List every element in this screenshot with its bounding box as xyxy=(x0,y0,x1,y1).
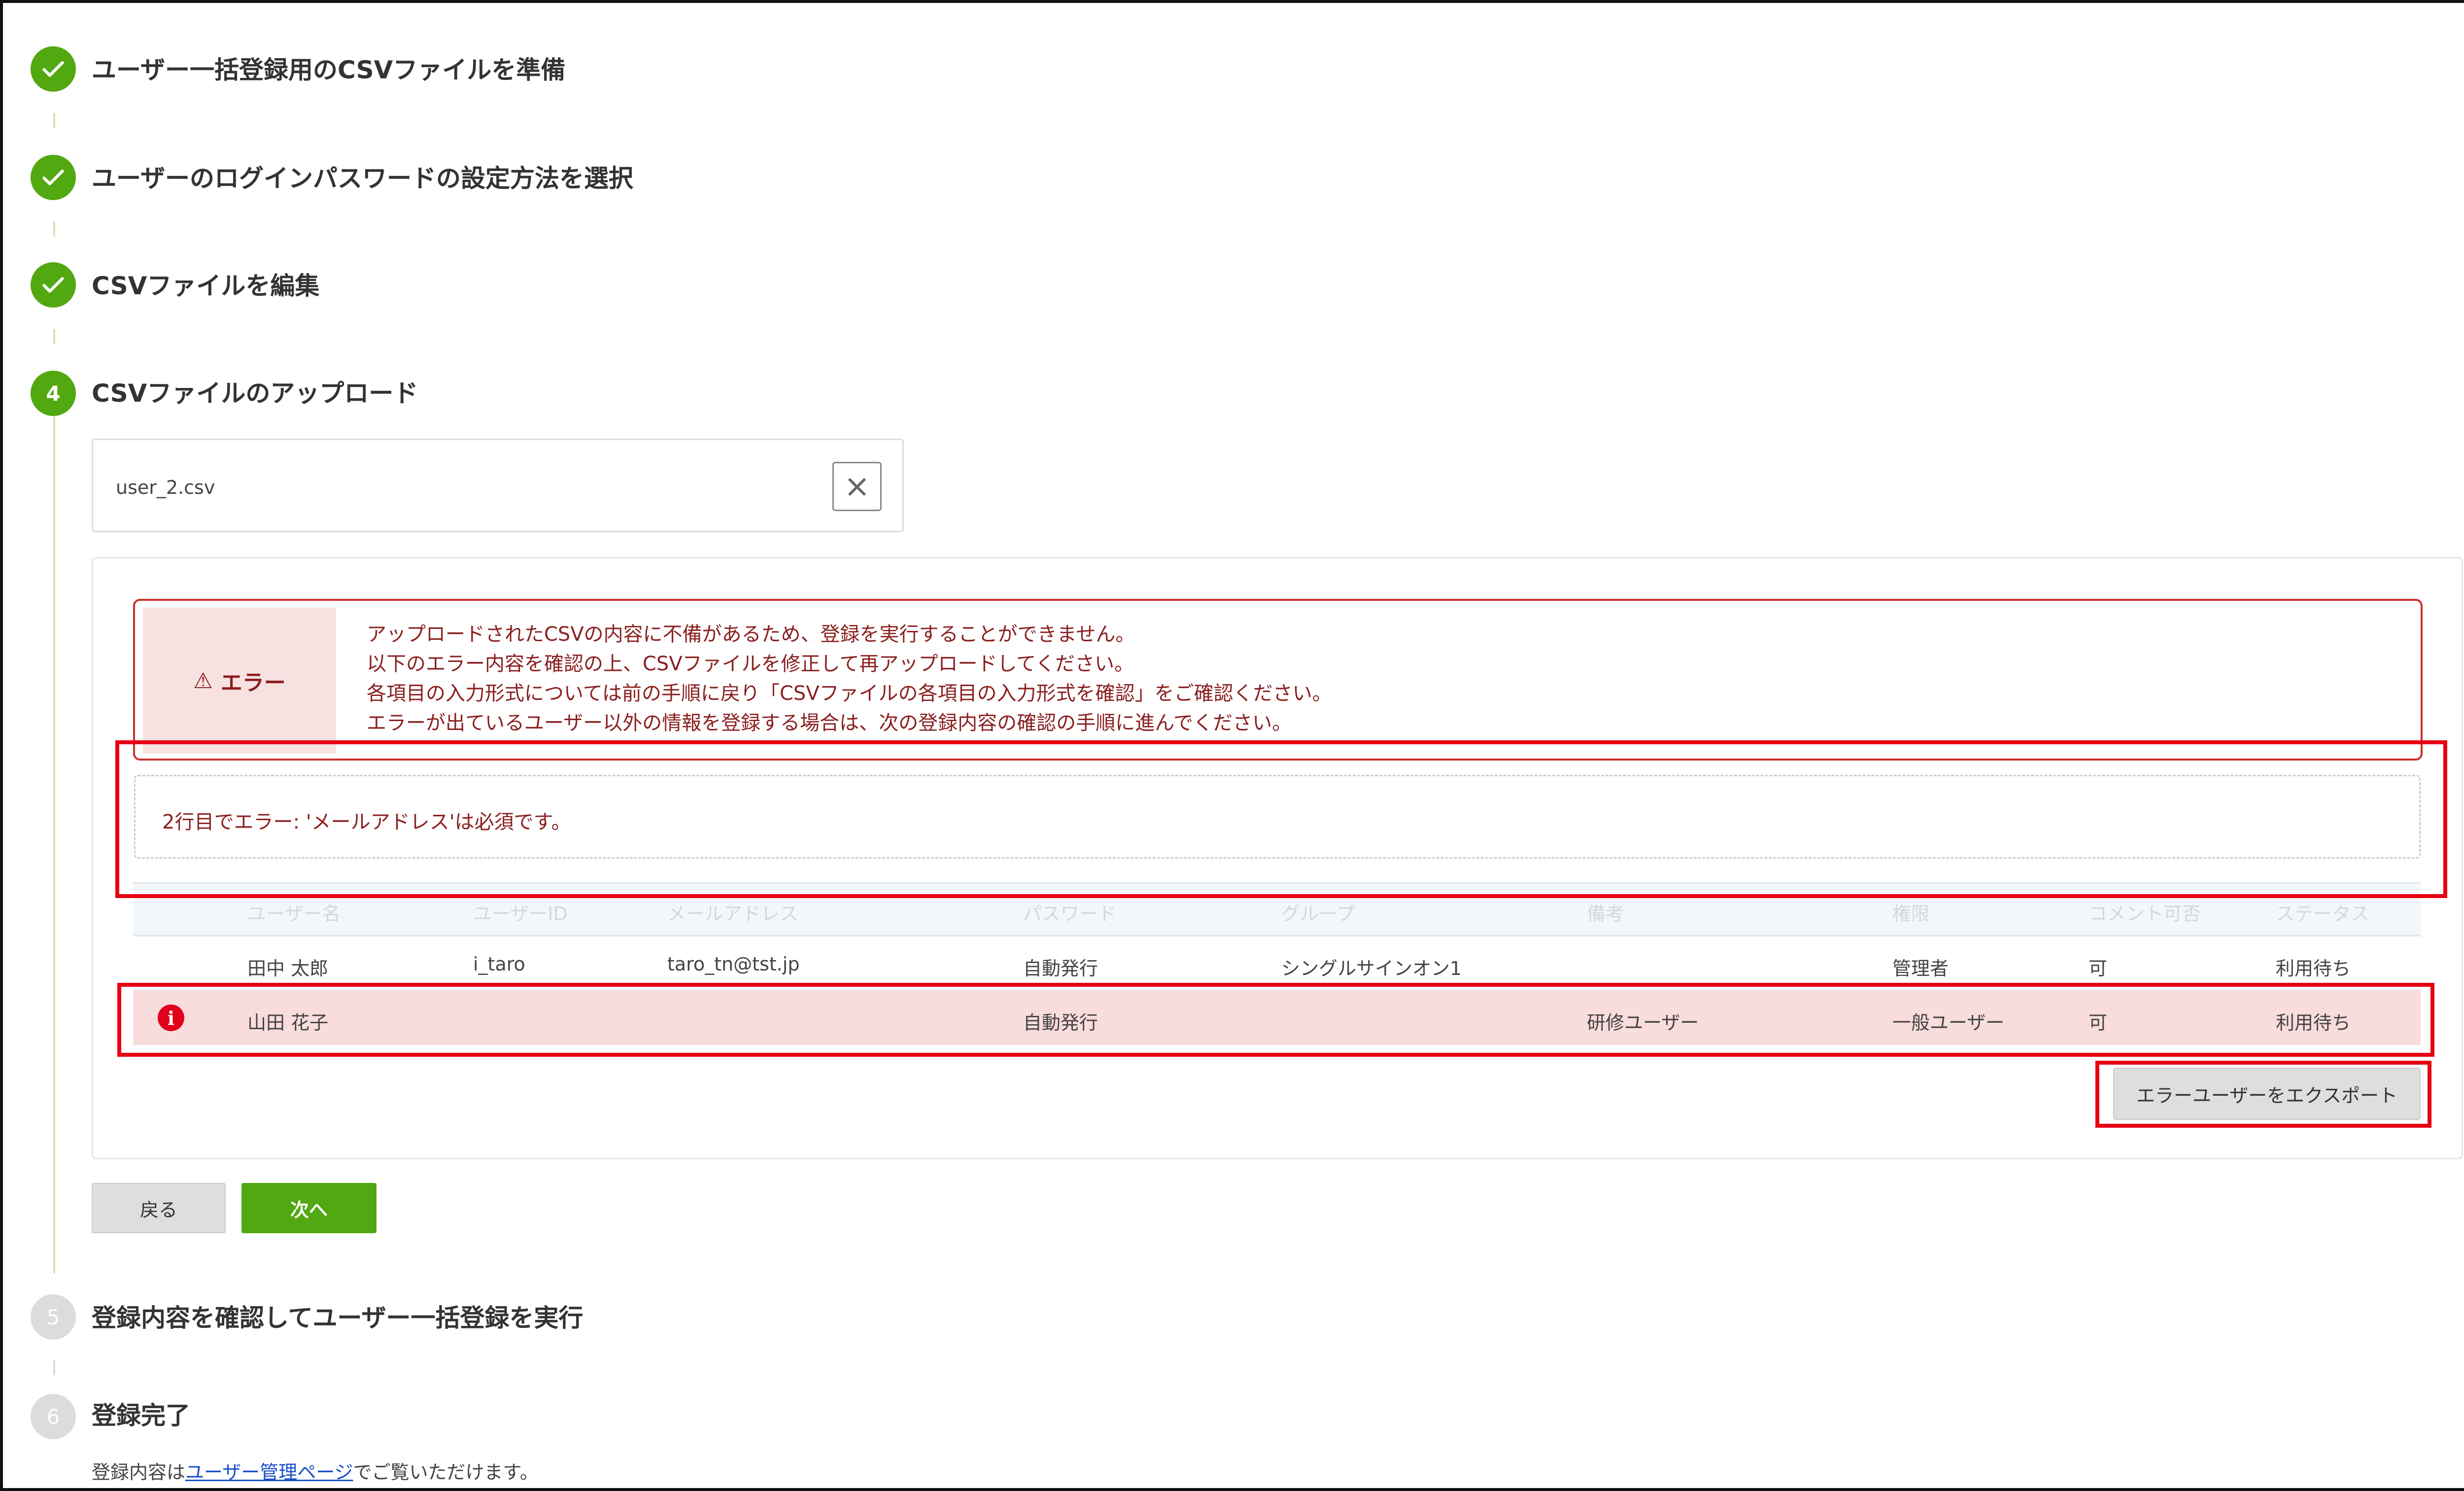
error-message-line: 各項目の入力形式については前の手順に戻り「CSVファイルの各項目の入力形式を確認… xyxy=(367,682,1332,705)
column-header-note: 備考 xyxy=(1587,903,1625,925)
step-3-title: CSVファイルを編集 xyxy=(92,272,320,300)
step-connector xyxy=(53,1360,55,1375)
cell-comment: 可 xyxy=(2088,958,2108,979)
column-header-role: 権限 xyxy=(1892,903,1930,925)
step-2-check-icon xyxy=(31,155,76,200)
column-header-email: メールアドレス xyxy=(667,903,799,925)
step-6-title: 登録完了 xyxy=(92,1401,190,1430)
user-management-link[interactable]: ユーザー管理ページ xyxy=(185,1461,353,1483)
back-button[interactable]: 戻る xyxy=(92,1183,226,1233)
step-2-title: ユーザーのログインパスワードの設定方法を選択 xyxy=(92,164,633,193)
error-message-line: 以下のエラー内容を確認の上、CSVファイルを修正して再アップロードしてください。 xyxy=(367,653,1134,675)
column-header-status: ステータス xyxy=(2276,903,2370,925)
uploaded-file-name: user_2.csv xyxy=(116,477,215,498)
completion-note-suffix: でご覧いただけます。 xyxy=(353,1461,539,1483)
highlight-error-detail xyxy=(115,740,2447,898)
step-4-title: CSVファイルのアップロード xyxy=(92,379,418,408)
cell-username: 田中 太郎 xyxy=(247,958,329,979)
error-label-text: エラー xyxy=(220,670,286,695)
step-1-check-icon xyxy=(31,46,76,92)
step-3-check-icon xyxy=(31,262,76,308)
step-5-title: 登録内容を確認してユーザー一括登録を実行 xyxy=(92,1304,583,1332)
error-message-line: エラーが出ているユーザー以外の情報を登録する場合は、次の登録内容の確認の手順に進… xyxy=(367,712,1292,734)
cell-group: シングルサインオン1 xyxy=(1281,958,1462,979)
uploaded-file-box: user_2.csv × xyxy=(92,439,904,532)
error-message-line: アップロードされたCSVの内容に不備があるため、登録を実行することができません。 xyxy=(367,623,1135,646)
step-4-number: 4 xyxy=(31,371,76,416)
step-connector xyxy=(53,329,55,344)
highlight-export-button xyxy=(2095,1061,2431,1128)
cell-userid: i_taro xyxy=(473,953,525,975)
cell-role: 管理者 xyxy=(1892,958,1949,979)
warning-icon: ⚠ xyxy=(193,668,213,693)
column-header-userid: ユーザーID xyxy=(473,903,568,925)
error-alert-label: ⚠ エラー xyxy=(143,608,336,754)
column-header-username: ユーザー名 xyxy=(247,903,341,925)
error-alert: ⚠ エラー アップロードされたCSVの内容に不備があるため、登録を実行することが… xyxy=(133,599,2423,761)
step-6-number: 6 xyxy=(31,1394,76,1439)
step-1-title: ユーザー一括登録用のCSVファイルを準備 xyxy=(92,56,566,84)
error-message: アップロードされたCSVの内容に不備があるため、登録を実行することができません。… xyxy=(367,620,1332,738)
completion-note-prefix: 登録内容は xyxy=(92,1461,186,1483)
cell-password: 自動発行 xyxy=(1023,958,1098,979)
step-connector-active xyxy=(53,415,55,1274)
close-icon[interactable]: × xyxy=(832,462,882,511)
column-header-comment: コメント可否 xyxy=(2088,903,2201,925)
step-connector xyxy=(53,222,55,237)
highlight-error-row xyxy=(117,983,2434,1057)
column-header-group: グループ xyxy=(1281,903,1355,925)
column-header-password: パスワード xyxy=(1023,903,1117,925)
step-5-number: 5 xyxy=(31,1294,76,1340)
cell-status: 利用待ち xyxy=(2276,958,2351,979)
completion-note: 登録内容はユーザー管理ページでご覧いただけます。 xyxy=(92,1457,539,1484)
cell-email: taro_tn@tst.jp xyxy=(667,953,800,975)
next-button[interactable]: 次へ xyxy=(241,1183,376,1233)
step-connector xyxy=(53,113,55,128)
